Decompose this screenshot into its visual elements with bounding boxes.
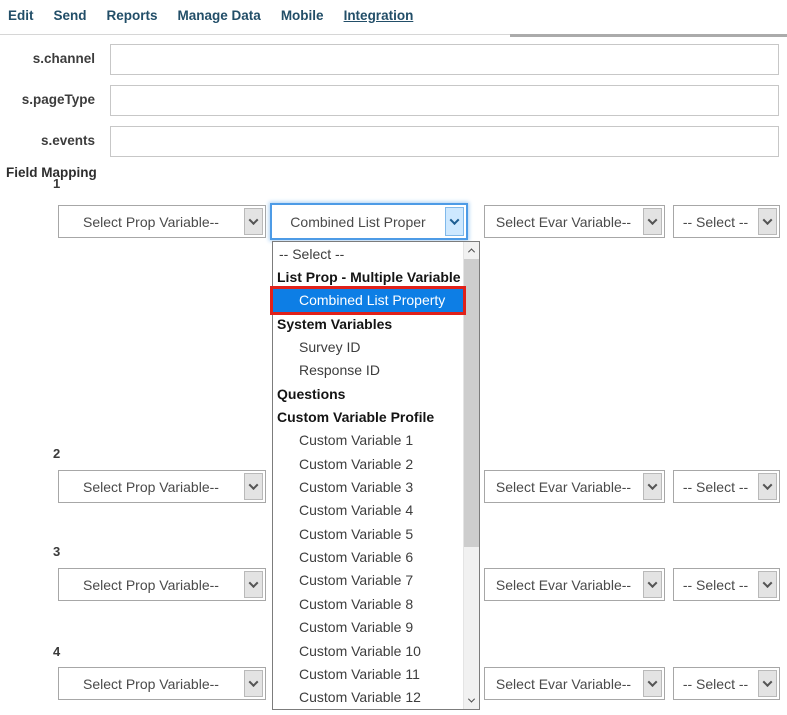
chevron-down-icon: [643, 208, 662, 235]
scroll-up-icon[interactable]: [464, 242, 479, 259]
chevron-down-icon: [244, 473, 263, 500]
chevron-down-icon: [758, 208, 777, 235]
row-number: 2: [53, 446, 60, 461]
dropdown-option[interactable]: Custom Variable 4: [273, 499, 463, 522]
field-mapping-title: Field Mapping: [6, 165, 97, 180]
s-pagetype-input[interactable]: [110, 85, 779, 116]
prop-variable-select[interactable]: Select Prop Variable--: [58, 568, 266, 601]
nav-item-integration[interactable]: Integration: [344, 8, 414, 23]
integration-page: Edit Send Reports Manage Data Mobile Int…: [0, 0, 787, 715]
chevron-down-icon: [758, 670, 777, 697]
dropdown-option[interactable]: Custom Variable 5: [273, 522, 463, 545]
nav-item-send[interactable]: Send: [54, 8, 87, 23]
chevron-down-icon: [643, 473, 662, 500]
s-events-input[interactable]: [110, 126, 779, 157]
dropdown-options: -- Select -- List Prop - Multiple Variab…: [273, 242, 463, 709]
nav-item-reports[interactable]: Reports: [107, 8, 158, 23]
prop-variable-select[interactable]: Select Prop Variable--: [58, 470, 266, 503]
evar-variable-select[interactable]: Select Evar Variable--: [484, 205, 665, 238]
dropdown-option[interactable]: Custom Variable 6: [273, 545, 463, 568]
s-channel-input[interactable]: [110, 44, 779, 75]
scroll-down-icon[interactable]: [464, 692, 479, 709]
s-channel-label: s.channel: [0, 51, 95, 66]
row-number: 4: [53, 644, 60, 659]
s-events-label: s.events: [0, 133, 95, 148]
evar-variable-select[interactable]: Select Evar Variable--: [484, 667, 665, 700]
chevron-down-icon: [244, 670, 263, 697]
evar-variable-select[interactable]: Select Evar Variable--: [484, 470, 665, 503]
row-number: 3: [53, 544, 60, 559]
scrollbar-thumb[interactable]: [464, 259, 479, 547]
chevron-down-icon: [643, 670, 662, 697]
dropdown-option[interactable]: Custom Variable 3: [273, 475, 463, 498]
s-pagetype-label: s.pageType: [0, 92, 95, 107]
dropdown-group-label: List Prop - Multiple Variable: [273, 265, 463, 288]
nav-divider-segment: [510, 34, 787, 37]
dropdown-group-label: Custom Variable Profile: [273, 405, 463, 428]
chevron-down-icon: [445, 207, 464, 236]
dropdown-option[interactable]: Custom Variable 1: [273, 429, 463, 452]
nav-item-manage-data[interactable]: Manage Data: [178, 8, 261, 23]
mapping-select[interactable]: -- Select --: [673, 205, 780, 238]
nav-item-edit[interactable]: Edit: [8, 8, 34, 23]
dropdown-option[interactable]: -- Select --: [273, 242, 463, 265]
chevron-down-icon: [244, 208, 263, 235]
prop-variable-select[interactable]: Select Prop Variable--: [58, 667, 266, 700]
dropdown-group-label: Questions: [273, 382, 463, 405]
dropdown-option[interactable]: Custom Variable 11: [273, 662, 463, 685]
dropdown-option[interactable]: Custom Variable 12: [273, 686, 463, 709]
dropdown-option[interactable]: Custom Variable 8: [273, 592, 463, 615]
row-number: 1: [53, 176, 60, 191]
mapping-select[interactable]: -- Select --: [673, 667, 780, 700]
top-nav: Edit Send Reports Manage Data Mobile Int…: [8, 8, 413, 23]
nav-item-mobile[interactable]: Mobile: [281, 8, 324, 23]
dropdown-option[interactable]: Custom Variable 9: [273, 616, 463, 639]
dropdown-option-annotated[interactable]: Combined List Property: [273, 289, 463, 312]
dropdown-option[interactable]: Custom Variable 2: [273, 452, 463, 475]
dropdown-option[interactable]: Survey ID: [273, 335, 463, 358]
dropdown-option[interactable]: Response ID: [273, 359, 463, 382]
dropdown-option[interactable]: Custom Variable 7: [273, 569, 463, 592]
mapping-select[interactable]: -- Select --: [673, 470, 780, 503]
list-prop-dropdown-menu: -- Select -- List Prop - Multiple Variab…: [272, 241, 480, 710]
dropdown-option[interactable]: Custom Variable 10: [273, 639, 463, 662]
chevron-down-icon: [758, 473, 777, 500]
prop-variable-select[interactable]: Select Prop Variable--: [58, 205, 266, 238]
chevron-down-icon: [643, 571, 662, 598]
dropdown-scrollbar[interactable]: [463, 242, 479, 709]
list-prop-select[interactable]: Combined List Proper: [270, 203, 468, 240]
mapping-select[interactable]: -- Select --: [673, 568, 780, 601]
evar-variable-select[interactable]: Select Evar Variable--: [484, 568, 665, 601]
dropdown-group-label: System Variables: [273, 312, 463, 335]
chevron-down-icon: [758, 571, 777, 598]
chevron-down-icon: [244, 571, 263, 598]
